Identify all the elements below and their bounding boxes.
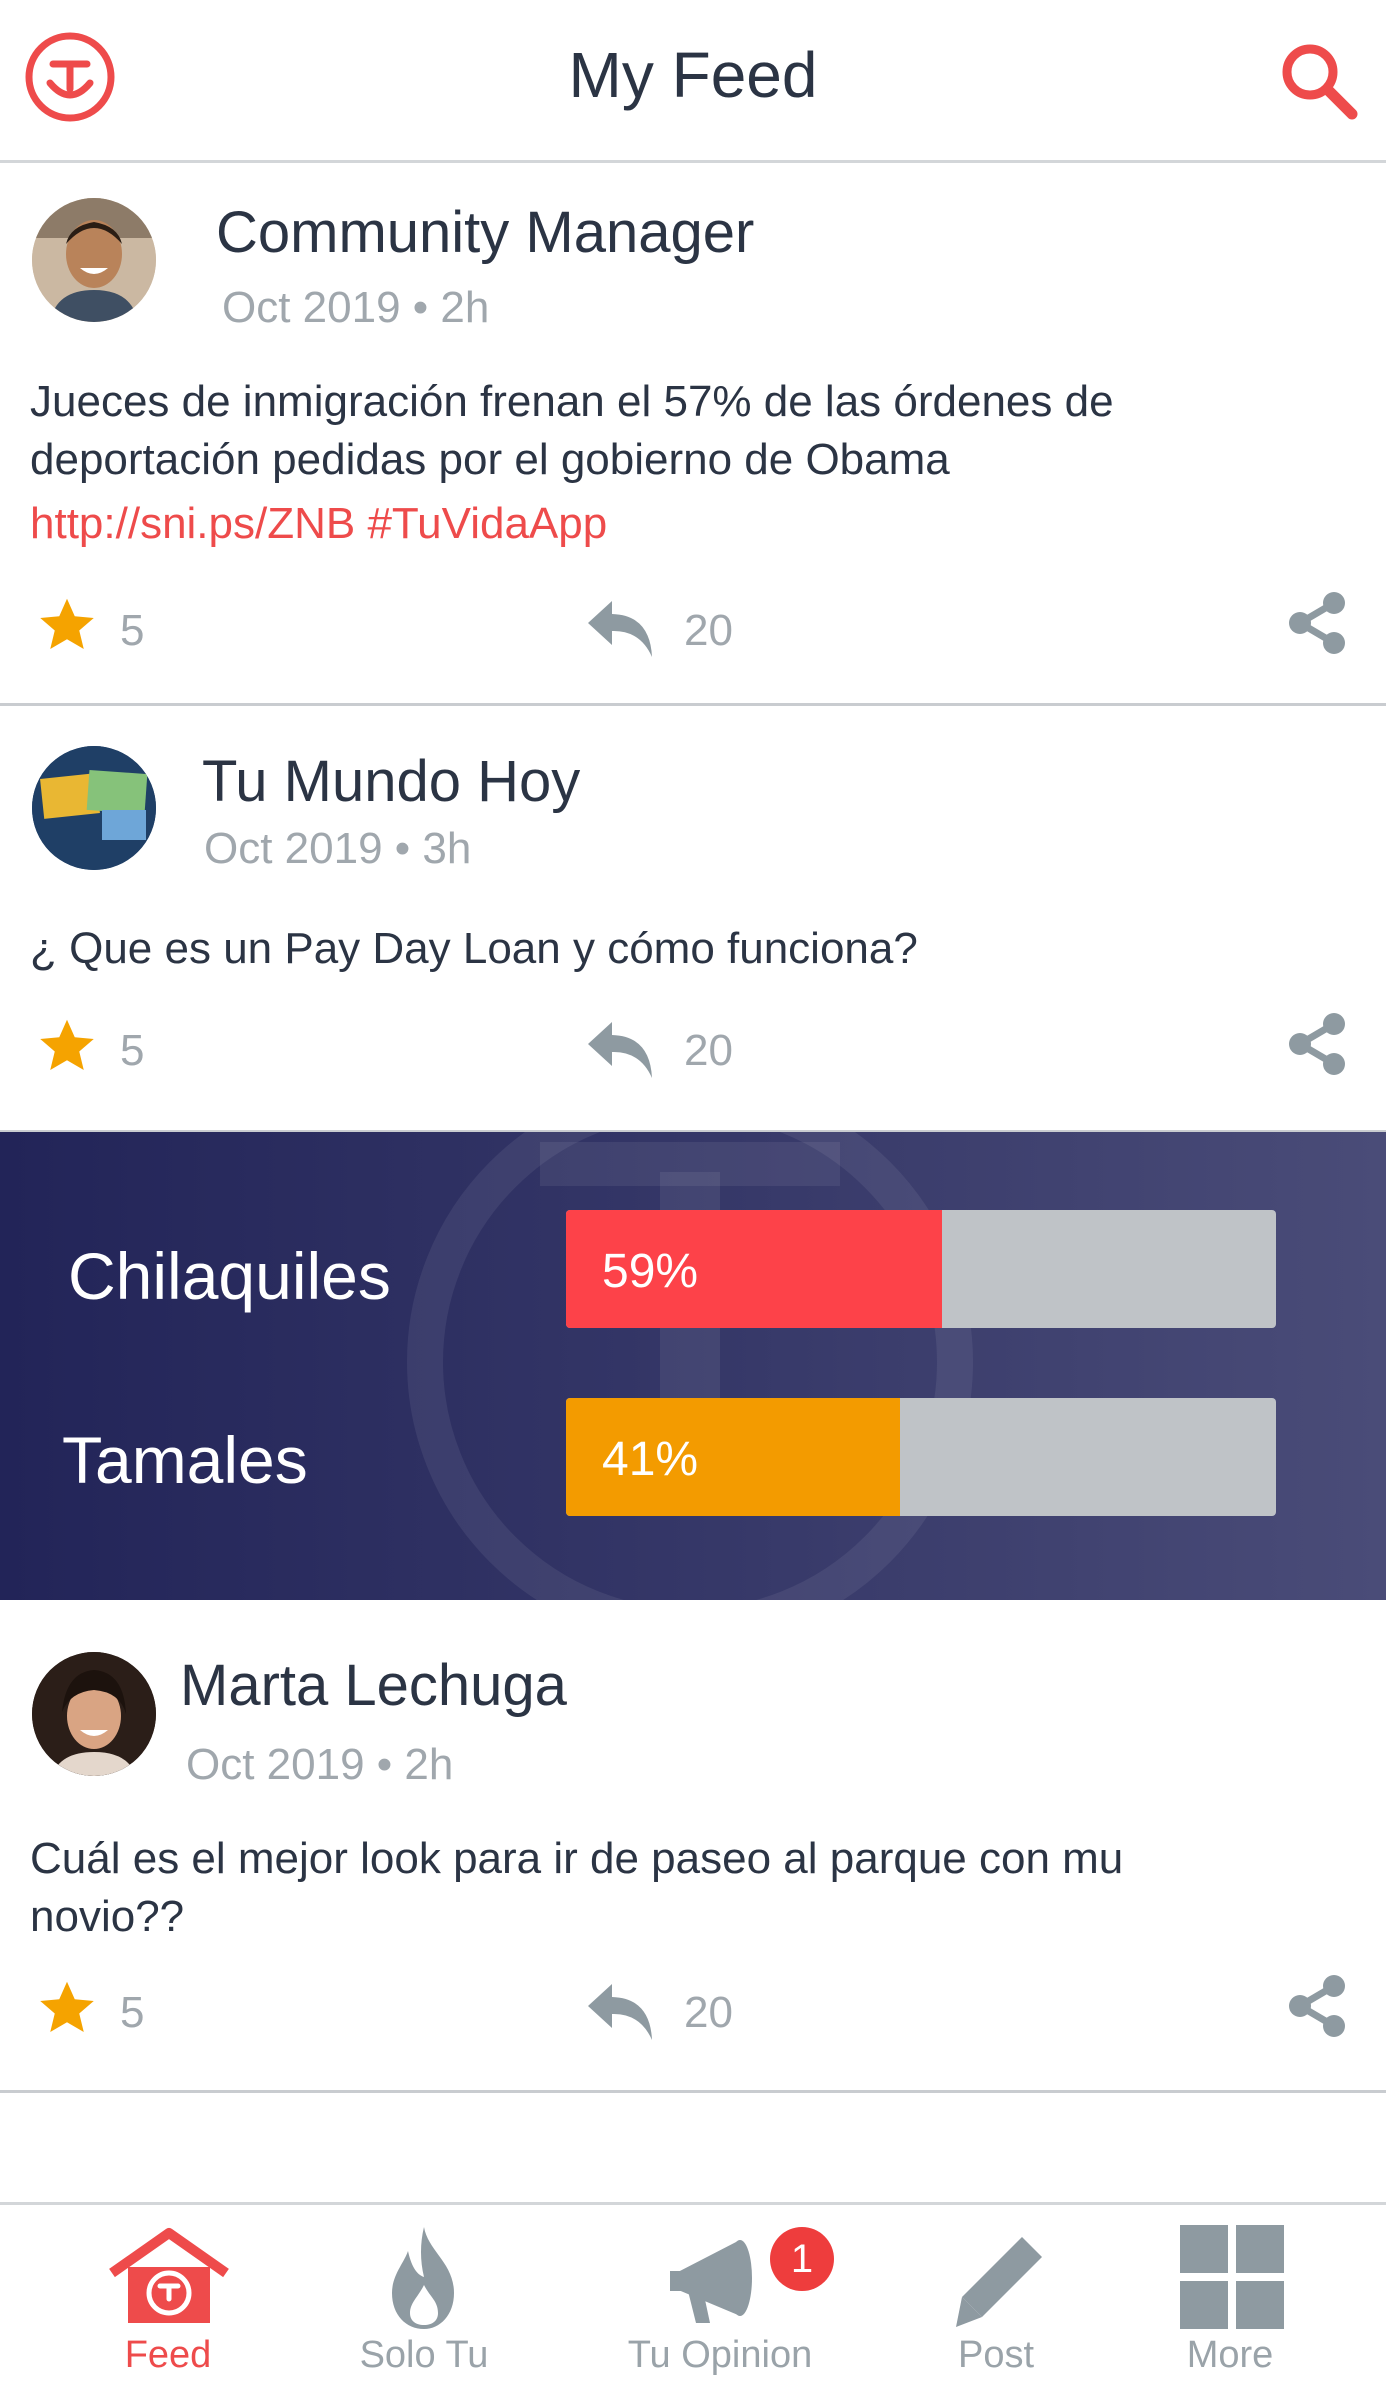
tab-bar: Feed Solo Tu 1 Tu Opinion Post More — [0, 2202, 1386, 2391]
post-date: Oct 2019 — [186, 1740, 365, 1789]
star-icon[interactable] — [36, 1978, 98, 2038]
reply-count: 20 — [684, 1988, 733, 2037]
like-count: 5 — [120, 1026, 145, 1075]
tab-label: Solo Tu — [359, 2334, 489, 2376]
post-date: Oct 2019 — [222, 283, 401, 332]
poll-option-label: Chilaquiles — [68, 1239, 391, 1313]
post-link[interactable]: http://sni.ps/ZNB #TuVidaApp — [30, 499, 607, 549]
tab-label: Feed — [124, 2334, 212, 2376]
reply-icon[interactable] — [584, 1980, 658, 2044]
author-avatar[interactable] — [32, 198, 156, 322]
poll-option-bar[interactable]: 59% — [566, 1210, 1276, 1328]
poll-option-percent: 59% — [602, 1245, 699, 1298]
tab-post[interactable]: Post — [876, 2205, 1116, 2391]
author-avatar[interactable] — [32, 746, 156, 870]
author-name[interactable]: Tu Mundo Hoy — [202, 748, 580, 815]
reply-count: 20 — [684, 606, 733, 655]
post-meta: Oct 2019 • 3h — [204, 824, 472, 873]
star-icon[interactable] — [36, 1016, 98, 1076]
author-name[interactable]: Community Manager — [216, 199, 754, 266]
poll-card[interactable]: Chilaquiles 59% Tamales 41% — [0, 1132, 1386, 1600]
post-meta: Oct 2019 • 2h — [222, 283, 490, 332]
page-title: My Feed — [568, 39, 818, 111]
tab-label: More — [1186, 2334, 1274, 2376]
megaphone-icon — [670, 2240, 752, 2323]
tab-label: Post — [957, 2334, 1035, 2376]
author-avatar[interactable] — [32, 1652, 156, 1776]
author-name[interactable]: Marta Lechuga — [180, 1652, 567, 1719]
reply-count: 20 — [684, 1026, 733, 1075]
tab-more[interactable]: More — [1110, 2205, 1350, 2391]
star-icon[interactable] — [36, 595, 98, 655]
watermark-logo-icon — [407, 1132, 973, 1600]
share-icon[interactable] — [1286, 591, 1348, 655]
post-date: Oct 2019 — [204, 824, 383, 873]
reply-icon[interactable] — [584, 1018, 658, 1082]
tab-solo-tu[interactable]: Solo Tu — [304, 2205, 544, 2391]
feed-post[interactable]: Community Manager Oct 2019 • 2h Jueces d… — [0, 163, 1386, 706]
flame-icon — [392, 2227, 454, 2329]
reply-icon[interactable] — [584, 597, 658, 661]
pencil-icon — [956, 2237, 1042, 2327]
post-age: 2h — [404, 1740, 454, 1789]
app-header: My Feed — [0, 0, 1386, 163]
poll-option-percent: 41% — [602, 1433, 699, 1486]
post-age: 2h — [440, 283, 490, 332]
feed-post[interactable]: Tu Mundo Hoy Oct 2019 • 3h ¿ Que es un P… — [0, 706, 1386, 1133]
grid-icon — [1180, 2225, 1284, 2329]
like-count: 5 — [120, 1988, 145, 2037]
search-icon[interactable] — [1276, 38, 1360, 122]
home-logo-icon — [109, 2228, 229, 2323]
post-text: Jueces de inmigración frenan el 57% de l… — [30, 377, 1114, 484]
poll-option-label: Tamales — [62, 1423, 308, 1497]
share-icon[interactable] — [1286, 1974, 1348, 2038]
tab-tu-opinion[interactable]: 1 Tu Opinion — [600, 2205, 840, 2391]
notification-badge: 1 — [770, 2227, 834, 2291]
post-age: 3h — [422, 824, 472, 873]
poll-option-bar[interactable]: 41% — [566, 1398, 1276, 1516]
post-meta: Oct 2019 • 2h — [186, 1740, 454, 1789]
tab-label: Tu Opinion — [627, 2334, 813, 2376]
tab-feed[interactable]: Feed — [48, 2205, 288, 2391]
feed-post[interactable]: Marta Lechuga Oct 2019 • 2h Cuál es el m… — [0, 1600, 1386, 2093]
like-count: 5 — [120, 606, 145, 655]
post-text: ¿ Que es un Pay Day Loan y cómo funciona… — [30, 924, 918, 973]
share-icon[interactable] — [1286, 1012, 1348, 1076]
post-text: Cuál es el mejor look para ir de paseo a… — [30, 1834, 1124, 1941]
